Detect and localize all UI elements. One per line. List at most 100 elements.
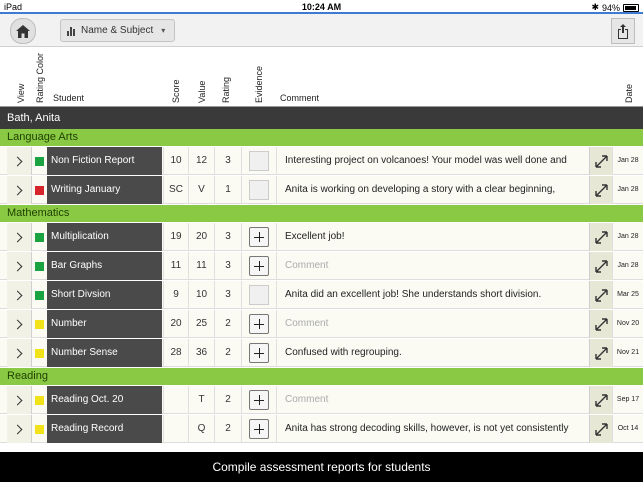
expand-button[interactable]: [589, 386, 612, 414]
assessment-name[interactable]: Writing January: [47, 176, 162, 204]
comment-cell[interactable]: Comment: [281, 386, 587, 414]
section-header: Mathematics: [0, 205, 643, 222]
assessment-row[interactable]: Number Sense 28 36 2 Confused with regroupin…: [0, 339, 643, 367]
value-cell[interactable]: Q: [188, 415, 214, 443]
share-button[interactable]: [611, 18, 635, 44]
assessment-row[interactable]: Bar Graphs 11 11 3 Comment Jan 28: [0, 252, 643, 280]
value-cell[interactable]: T: [188, 386, 214, 414]
score-cell[interactable]: 10: [163, 147, 188, 175]
assessment-name[interactable]: Multiplication: [47, 223, 162, 251]
assessment-row[interactable]: Short Divsion 9 10 3 Anita did an excellent …: [0, 281, 643, 309]
assessment-row[interactable]: Number 20 25 2 Comment Nov 20: [0, 310, 643, 338]
value-cell[interactable]: 20: [188, 223, 214, 251]
rating-color-swatch: [35, 396, 44, 405]
assessment-name[interactable]: Bar Graphs: [47, 252, 162, 280]
rating-color-swatch: [35, 157, 44, 166]
assessment-row[interactable]: Non Fiction Report 10 12 3 Interesting proje…: [0, 147, 643, 175]
view-button[interactable]: [7, 252, 32, 280]
expand-button[interactable]: [589, 147, 612, 175]
expand-button[interactable]: [589, 415, 612, 443]
value-cell[interactable]: 36: [188, 339, 214, 367]
chevron-right-icon: [12, 156, 23, 166]
score-cell[interactable]: 9: [163, 281, 188, 309]
assessment-row[interactable]: Multiplication 19 20 3 Excellent job! Jan 28: [0, 223, 643, 251]
score-cell[interactable]: 28: [163, 339, 188, 367]
comment-cell[interactable]: Comment: [281, 252, 587, 280]
value-cell[interactable]: 11: [188, 252, 214, 280]
score-cell[interactable]: [163, 386, 188, 414]
caption: Compile assessment reports for students: [0, 452, 643, 482]
value-cell[interactable]: V: [188, 176, 214, 204]
comment-cell[interactable]: Interesting project on volcanoes! Your m…: [281, 147, 587, 175]
value-cell[interactable]: 12: [188, 147, 214, 175]
assessment-name[interactable]: Short Divsion: [47, 281, 162, 309]
col-comment: Comment: [280, 93, 320, 103]
comment-cell[interactable]: Excellent job!: [281, 223, 587, 251]
expand-icon: [594, 317, 608, 331]
comment-cell[interactable]: Anita did an excellent job! She understa…: [281, 281, 587, 309]
view-button[interactable]: [7, 339, 32, 367]
add-evidence-button[interactable]: [249, 314, 269, 334]
rating-cell[interactable]: 2: [214, 415, 241, 443]
expand-button[interactable]: [589, 176, 612, 204]
add-evidence-button[interactable]: [249, 343, 269, 363]
rating-cell[interactable]: 2: [214, 310, 241, 338]
assessment-name[interactable]: Non Fiction Report: [47, 147, 162, 175]
share-icon: [618, 23, 628, 39]
add-evidence-button[interactable]: [249, 419, 269, 439]
rating-cell[interactable]: 3: [214, 252, 241, 280]
assessment-row[interactable]: Writing January SC V 1 Anita is working on d…: [0, 176, 643, 204]
date-cell: Oct 14: [612, 415, 643, 443]
rating-cell[interactable]: 3: [214, 223, 241, 251]
assessment-name[interactable]: Number: [47, 310, 162, 338]
assessment-name[interactable]: Number Sense: [47, 339, 162, 367]
comment-cell[interactable]: Comment: [281, 310, 587, 338]
rating-color-swatch: [35, 425, 44, 434]
assessment-name[interactable]: Reading Oct. 20: [47, 386, 162, 414]
view-button[interactable]: [7, 223, 32, 251]
evidence-thumbnail[interactable]: [249, 180, 269, 200]
expand-button[interactable]: [589, 252, 612, 280]
expand-button[interactable]: [589, 310, 612, 338]
rating-cell[interactable]: 3: [214, 147, 241, 175]
view-button[interactable]: [7, 147, 32, 175]
score-cell[interactable]: SC: [163, 176, 188, 204]
assessment-row[interactable]: Reading Record Q 2 Anita has strong decodin…: [0, 415, 643, 443]
evidence-thumbnail[interactable]: [249, 285, 269, 305]
assessment-row[interactable]: Reading Oct. 20 T 2 Comment Sep 17: [0, 386, 643, 414]
view-button[interactable]: [7, 310, 32, 338]
expand-button[interactable]: [589, 281, 612, 309]
view-button[interactable]: [7, 386, 32, 414]
score-cell[interactable]: 11: [163, 252, 188, 280]
view-button[interactable]: [7, 415, 32, 443]
evidence-thumbnail[interactable]: [249, 151, 269, 171]
rating-cell[interactable]: 2: [214, 339, 241, 367]
assessment-name[interactable]: Reading Record: [47, 415, 162, 443]
rating-cell[interactable]: 2: [214, 386, 241, 414]
chevron-right-icon: [12, 290, 23, 300]
add-evidence-button[interactable]: [249, 390, 269, 410]
comment-cell[interactable]: Anita is working on developing a story w…: [281, 176, 587, 204]
col-score: Score: [171, 79, 181, 103]
home-button[interactable]: [10, 18, 36, 44]
score-cell[interactable]: [163, 415, 188, 443]
view-button[interactable]: [7, 281, 32, 309]
comment-cell[interactable]: Confused with regrouping.: [281, 339, 587, 367]
rating-color-swatch: [35, 262, 44, 271]
sort-dropdown[interactable]: Name & Subject ▾: [60, 19, 175, 42]
add-evidence-button[interactable]: [249, 256, 269, 276]
score-cell[interactable]: 20: [163, 310, 188, 338]
evidence-cell: [241, 386, 277, 414]
chevron-right-icon: [12, 424, 23, 434]
expand-button[interactable]: [589, 223, 612, 251]
expand-button[interactable]: [589, 339, 612, 367]
value-cell[interactable]: 10: [188, 281, 214, 309]
comment-cell[interactable]: Anita has strong decoding skills, howeve…: [281, 415, 587, 443]
rating-cell[interactable]: 3: [214, 281, 241, 309]
add-evidence-button[interactable]: [249, 227, 269, 247]
rating-cell[interactable]: 1: [214, 176, 241, 204]
view-button[interactable]: [7, 176, 32, 204]
value-cell[interactable]: 25: [188, 310, 214, 338]
score-cell[interactable]: 19: [163, 223, 188, 251]
sort-label: Name & Subject: [81, 25, 154, 36]
